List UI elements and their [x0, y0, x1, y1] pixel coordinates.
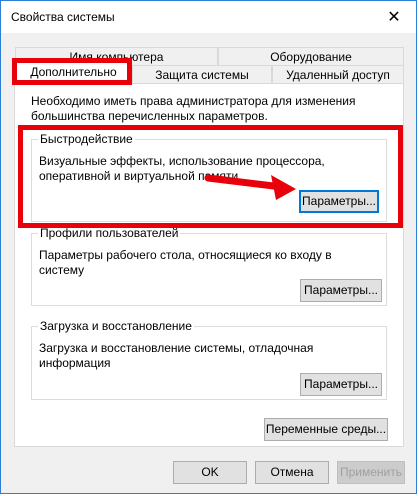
dialog-footer: OK Отмена Применить: [1, 457, 416, 493]
group-text-startup-recovery: Загрузка и восстановление системы, отлад…: [39, 341, 314, 370]
tab-panel-advanced: Необходимо иметь права администратора дл…: [14, 83, 404, 447]
performance-settings-button[interactable]: Параметры...: [299, 190, 379, 213]
admin-note: Необходимо иметь права администратора дл…: [31, 94, 356, 123]
group-performance: Быстродействие Визуальные эффекты, испол…: [31, 132, 387, 222]
ok-button[interactable]: OK: [173, 461, 247, 484]
close-button[interactable]: ✕: [372, 1, 416, 33]
group-user-profiles: Профили пользователей Параметры рабочего…: [31, 226, 387, 306]
apply-button[interactable]: Применить: [337, 461, 405, 484]
user-profiles-settings-button[interactable]: Параметры...: [300, 279, 382, 302]
group-startup-recovery: Загрузка и восстановление Загрузка и вос…: [31, 319, 387, 400]
tab-hardware[interactable]: Оборудование: [218, 47, 404, 66]
cancel-button[interactable]: Отмена: [255, 461, 329, 484]
tab-row-front: Дополнительно Защита системы Удаленный д…: [15, 62, 404, 85]
environment-variables-button[interactable]: Переменные среды...: [264, 418, 388, 441]
group-title-startup-recovery: Загрузка и восстановление: [38, 319, 194, 333]
system-properties-window: Свойства системы ✕ Имя компьютера Оборуд…: [0, 0, 417, 494]
tab-remote[interactable]: Удаленный доступ: [272, 65, 404, 84]
group-text-user-profiles: Параметры рабочего стола, относящиеся ко…: [39, 248, 332, 277]
startup-recovery-settings-button[interactable]: Параметры...: [300, 373, 382, 396]
tab-system-protection[interactable]: Защита системы: [132, 65, 272, 84]
group-text-performance: Визуальные эффекты, использование процес…: [39, 154, 325, 183]
group-title-user-profiles: Профили пользователей: [38, 226, 181, 240]
window-title: Свойства системы: [11, 10, 115, 24]
tab-advanced[interactable]: Дополнительно: [15, 62, 132, 84]
title-bar: Свойства системы ✕: [1, 1, 416, 33]
group-title-performance: Быстродействие: [38, 132, 135, 146]
close-icon: ✕: [387, 9, 401, 26]
